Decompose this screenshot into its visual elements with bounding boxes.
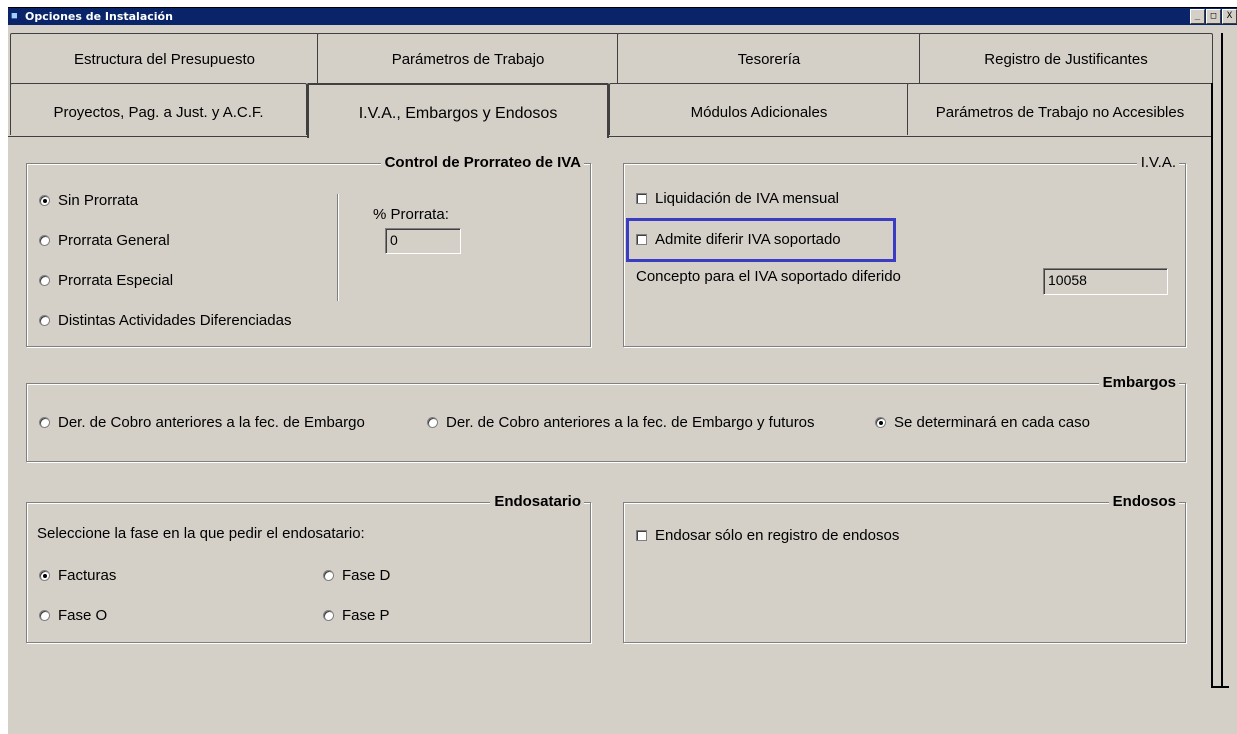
endosatario-prompt: Seleccione la fase en la que pedir el en…	[37, 525, 365, 542]
tab-label: Tesorería	[737, 51, 801, 68]
tab-label: Estructura del Presupuesto	[74, 51, 255, 68]
tab-label: Parámetros de Trabajo no Accesibles	[935, 104, 1185, 121]
endosatario-group: Endosatario Seleccione la fase en la que…	[26, 493, 591, 643]
radio-distintas-actividades[interactable]: Distintas Actividades Diferenciadas	[39, 312, 291, 329]
checkbox-diferir-iva[interactable]: Admite diferir IVA soportado	[636, 231, 841, 248]
tab-label: Registro de Justificantes	[984, 51, 1148, 68]
radio-label: Sin Prorrata	[58, 192, 139, 209]
radio-button[interactable]	[39, 315, 50, 326]
tab-parametros-no-accesibles[interactable]: Parámetros de Trabajo no Accesibles	[907, 83, 1213, 135]
endosos-title: Endosos	[1108, 493, 1179, 510]
tab-label: Módulos Adicionales	[690, 104, 828, 121]
radio-facturas[interactable]: Facturas	[39, 567, 116, 584]
radio-label: Fase D	[342, 567, 391, 584]
radio-label: Der. de Cobro anteriores a la fec. de Em…	[58, 414, 365, 431]
embargos-group: Embargos Der. de Cobro anteriores a la f…	[26, 374, 1186, 462]
endosos-group: Endosos Endosar sólo en registro de endo…	[623, 493, 1186, 643]
concepto-field[interactable]: 10058	[1043, 268, 1168, 295]
tab-label: I.V.A., Embargos y Endosos	[358, 105, 558, 122]
radio-label: Distintas Actividades Diferenciadas	[58, 312, 292, 329]
separator	[337, 194, 338, 301]
checkbox-label: Admite diferir IVA soportado	[655, 231, 841, 248]
radio-button[interactable]	[39, 570, 50, 581]
tab-proyectos[interactable]: Proyectos, Pag. a Just. y A.C.F.	[10, 83, 307, 135]
radio-button[interactable]	[39, 195, 50, 206]
radio-prorrata-especial[interactable]: Prorrata Especial	[39, 272, 173, 289]
checkbox-liquidacion-iva[interactable]: Liquidación de IVA mensual	[636, 190, 839, 207]
radio-label: Fase O	[58, 607, 108, 624]
app-icon: ■	[11, 10, 18, 22]
window-title: Opciones de Instalación	[25, 10, 173, 23]
checkbox[interactable]	[636, 193, 647, 204]
iva-group: I.V.A. Liquidación de IVA mensual Admite…	[623, 154, 1186, 347]
radio-label: Prorrata General	[58, 232, 170, 249]
radio-fase-p[interactable]: Fase P	[323, 607, 390, 624]
checkbox-label: Liquidación de IVA mensual	[655, 190, 840, 207]
prorrata-percent-field[interactable]: 0	[385, 228, 461, 254]
radio-embargo-futuros[interactable]: Der. de Cobro anteriores a la fec. de Em…	[427, 414, 815, 431]
tab-label: Parámetros de Trabajo	[391, 51, 545, 68]
tab-estructura-presupuesto[interactable]: Estructura del Presupuesto	[10, 33, 319, 85]
minimize-button[interactable]: _	[1190, 9, 1205, 24]
radio-button[interactable]	[39, 417, 50, 428]
tab-tesoreria[interactable]: Tesorería	[617, 33, 921, 85]
window-controls: _ □ X	[1189, 9, 1237, 24]
prorrateo-group: Control de Prorrateo de IVA Sin Prorrata…	[26, 154, 591, 347]
panel-border	[1211, 686, 1229, 688]
radio-button[interactable]	[323, 610, 334, 621]
endosatario-title: Endosatario	[490, 493, 584, 510]
close-button[interactable]: X	[1222, 9, 1237, 24]
radio-label: Prorrata Especial	[58, 272, 174, 289]
frame-border	[1221, 33, 1223, 688]
tab-iva-embargos-endosos[interactable]: I.V.A., Embargos y Endosos	[307, 83, 609, 138]
radio-fase-d[interactable]: Fase D	[323, 567, 390, 584]
concepto-label: Concepto para el IVA soportado diferido	[636, 268, 901, 285]
radio-prorrata-general[interactable]: Prorrata General	[39, 232, 170, 249]
checkbox-endosar-registro[interactable]: Endosar sólo en registro de endosos	[636, 527, 899, 544]
panel-border	[1211, 83, 1213, 688]
radio-button[interactable]	[39, 610, 50, 621]
iva-title: I.V.A.	[1136, 154, 1179, 171]
prorrata-percent-label: % Prorrata:	[373, 206, 449, 223]
radio-label: Fase P	[342, 607, 390, 624]
tab-parametros-trabajo[interactable]: Parámetros de Trabajo	[317, 33, 619, 85]
checkbox-label: Endosar sólo en registro de endosos	[655, 527, 900, 544]
checkbox[interactable]	[636, 234, 647, 245]
checkbox[interactable]	[636, 530, 647, 541]
radio-fase-o[interactable]: Fase O	[39, 607, 107, 624]
tab-registro-justificantes[interactable]: Registro de Justificantes	[919, 33, 1213, 85]
embargos-title: Embargos	[1098, 374, 1179, 391]
options-window: ■ Opciones de Instalación _ □ X Estructu…	[8, 7, 1237, 734]
maximize-button[interactable]: □	[1206, 9, 1221, 24]
radio-label: Der. de Cobro anteriores a la fec. de Em…	[446, 414, 815, 431]
radio-label: Se determinará en cada caso	[894, 414, 1090, 431]
radio-button[interactable]	[39, 235, 50, 246]
title-bar: ■ Opciones de Instalación _ □ X	[8, 8, 1237, 25]
radio-button[interactable]	[323, 570, 334, 581]
radio-label: Facturas	[58, 567, 117, 584]
tab-modulos-adicionales[interactable]: Módulos Adicionales	[609, 83, 909, 135]
radio-button[interactable]	[875, 417, 886, 428]
radio-cada-caso[interactable]: Se determinará en cada caso	[875, 414, 1090, 431]
radio-button[interactable]	[39, 275, 50, 286]
radio-button[interactable]	[427, 417, 438, 428]
radio-embargo-anteriores[interactable]: Der. de Cobro anteriores a la fec. de Em…	[39, 414, 365, 431]
prorrateo-title: Control de Prorrateo de IVA	[380, 154, 584, 171]
tab-label: Proyectos, Pag. a Just. y A.C.F.	[53, 104, 264, 121]
radio-sin-prorrata[interactable]: Sin Prorrata	[39, 192, 138, 209]
tab-panel: Control de Prorrateo de IVA Sin Prorrata…	[8, 136, 1213, 734]
